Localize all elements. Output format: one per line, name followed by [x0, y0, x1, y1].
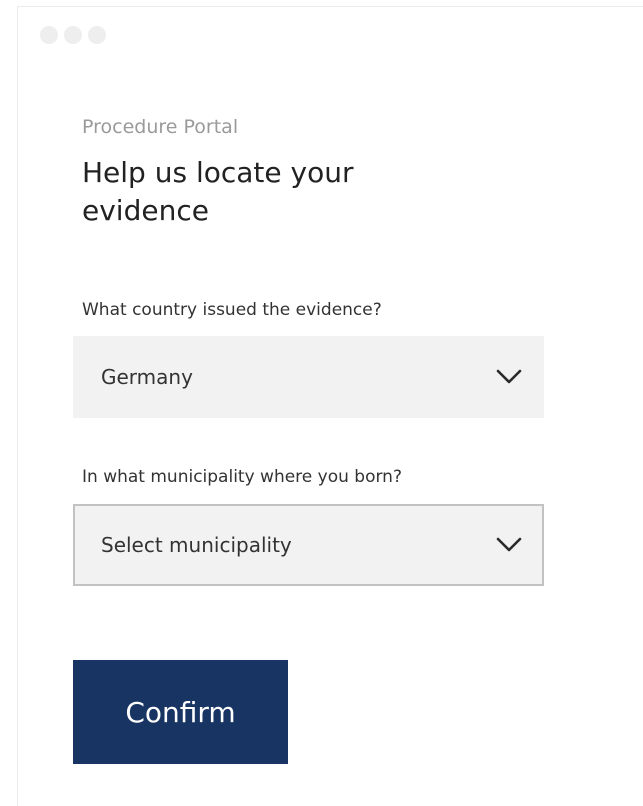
- window-dot-icon: [40, 26, 58, 44]
- country-select-value: Germany: [101, 365, 193, 389]
- app-window: Procedure Portal Help us locate your evi…: [17, 6, 643, 806]
- chevron-down-icon: [496, 537, 522, 552]
- country-label: What country issued the evidence?: [82, 300, 382, 320]
- municipality-select[interactable]: Select municipality: [73, 504, 544, 586]
- page-title: Help us locate your evidence: [82, 156, 354, 227]
- window-dot-icon: [64, 26, 82, 44]
- municipality-label: In what municipality where you born?: [82, 467, 402, 487]
- window-controls: [40, 26, 106, 44]
- chevron-down-icon: [496, 369, 522, 384]
- municipality-select-value: Select municipality: [101, 533, 292, 557]
- portal-name: Procedure Portal: [82, 116, 239, 138]
- confirm-button[interactable]: Confirm: [73, 660, 288, 764]
- country-select[interactable]: Germany: [73, 336, 544, 418]
- window-dot-icon: [88, 26, 106, 44]
